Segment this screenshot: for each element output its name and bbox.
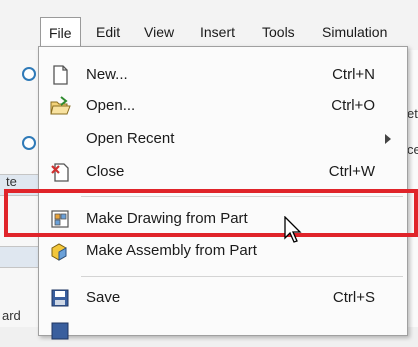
menu-separator (81, 276, 403, 277)
mouse-cursor-icon (284, 216, 302, 243)
menu-item-label: Open Recent (86, 130, 175, 147)
save-icon (49, 287, 71, 309)
menu-file[interactable]: File (40, 17, 81, 47)
menu-item-save[interactable]: Save Ctrl+S (39, 282, 407, 314)
menu-item-label: Save (86, 289, 121, 306)
menu-item-make-assembly[interactable]: Make Assembly from Part (39, 235, 407, 267)
menu-insert[interactable]: Insert (200, 17, 235, 47)
menu-item-open[interactable]: Open... Ctrl+O (39, 90, 407, 122)
left-fragment-text: ard (2, 308, 21, 323)
close-document-icon (49, 161, 71, 183)
make-assembly-icon (49, 240, 71, 262)
menu-item-label: Close (86, 163, 125, 180)
menu-item-close[interactable]: Close Ctrl+W (39, 156, 407, 188)
right-fragment-text: et (407, 106, 418, 121)
menu-item-shortcut: Ctrl+O (331, 97, 375, 114)
menu-item-shortcut: Ctrl+S (332, 289, 375, 306)
menu-item-cut-off[interactable] (39, 315, 407, 347)
submenu-arrow-icon (385, 134, 391, 144)
menu-item-label: Make Assembly from Part (86, 242, 257, 259)
menu-edit[interactable]: Edit (96, 17, 120, 47)
toolbar-circle-icon[interactable] (22, 136, 36, 150)
menu-item-open-recent[interactable]: Open Recent (39, 123, 407, 155)
left-fragment-text: te (6, 174, 17, 189)
menu-item-shortcut: Ctrl+W (328, 163, 375, 180)
menu-view[interactable]: View (144, 17, 174, 47)
open-folder-icon (49, 95, 71, 117)
new-document-icon (49, 64, 71, 86)
tab-strip (0, 246, 40, 268)
menu-item-shortcut: Ctrl+N (332, 66, 375, 83)
toolbar-circle-icon[interactable] (22, 67, 36, 81)
menu-simulation[interactable]: Simulation (322, 17, 387, 47)
menu-item-new[interactable]: New... Ctrl+N (39, 59, 407, 91)
menu-item-label: New... (86, 66, 128, 83)
menu-item-label: Open... (86, 97, 136, 114)
menu-tools[interactable]: Tools (262, 17, 295, 47)
save-as-icon (49, 320, 71, 342)
annotation-highlight-box (4, 189, 418, 237)
right-fragment-text: ce (407, 142, 418, 157)
